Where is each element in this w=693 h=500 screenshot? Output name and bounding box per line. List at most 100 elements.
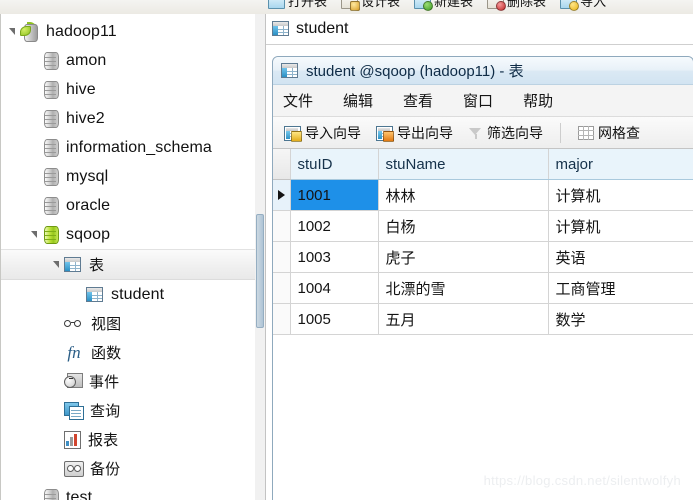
grid-body: 1001 林林 计算机 1002 白杨 计算机 1003 虎子 英语 1004 北漂的雪 工商管理 10… bbox=[273, 179, 693, 335]
toolbar-button-label: 筛选向导 bbox=[487, 125, 543, 141]
main-toolbar-items: 打开表 设计表 新建表 删除表 导入 bbox=[268, 0, 607, 11]
row-indicator[interactable] bbox=[273, 272, 291, 304]
toolbar-button-import[interactable]: 导入 bbox=[560, 0, 607, 11]
cell-major[interactable]: 计算机 bbox=[548, 179, 693, 211]
cell-major[interactable]: 计算机 bbox=[548, 210, 693, 242]
toolbar-button-grid-view[interactable]: 网格查 bbox=[575, 121, 643, 145]
table-icon bbox=[281, 62, 299, 79]
cell-major[interactable]: 工商管理 bbox=[548, 272, 693, 304]
tree-item-查询[interactable]: 查询 bbox=[1, 396, 255, 425]
table-row[interactable]: 1003 虎子 英语 bbox=[273, 241, 693, 273]
data-grid-container[interactable]: stuID stuName major 1001 林林 计算机 1002 白杨 计算机 10… bbox=[273, 148, 693, 500]
table-row[interactable]: 1001 林林 计算机 bbox=[273, 179, 693, 211]
column-header-stuName[interactable]: stuName bbox=[378, 149, 549, 180]
table-row[interactable]: 1004 北漂的雪 工商管理 bbox=[273, 272, 693, 304]
cell-stuName[interactable]: 虎子 bbox=[378, 241, 549, 273]
toolbar-button-new-table[interactable]: 新建表 bbox=[414, 0, 473, 11]
tree-item-test[interactable]: test bbox=[1, 483, 255, 500]
toolbar-button-filter-wizard[interactable]: 筛选向导 bbox=[465, 121, 546, 145]
cell-stuName[interactable]: 北漂的雪 bbox=[378, 272, 549, 304]
chevron-expanded-icon[interactable] bbox=[7, 25, 20, 38]
toolbar-button-label: 导入 bbox=[580, 0, 607, 9]
tree-item-备份[interactable]: 备份 bbox=[1, 454, 255, 483]
tree-item-报表[interactable]: 报表 bbox=[1, 425, 255, 454]
tree-item-表[interactable]: 表 bbox=[1, 249, 255, 280]
toolbar-button-open-table[interactable]: 打开表 bbox=[268, 0, 327, 10]
chevron-expanded-icon[interactable] bbox=[29, 228, 42, 241]
tree-item-label: 报表 bbox=[88, 432, 119, 449]
cell-stuID[interactable]: 1004 bbox=[290, 272, 379, 304]
cell-stuID[interactable]: 1003 bbox=[290, 241, 379, 273]
tree-item-student[interactable]: student bbox=[1, 280, 255, 309]
main-toolbar: 打开表 设计表 新建表 删除表 导入 bbox=[0, 0, 693, 15]
object-tree-panel: hadoop11 amon hive hive2 information_schema m… bbox=[0, 14, 256, 500]
design-table-icon bbox=[341, 0, 361, 11]
tree-item-label: test bbox=[66, 488, 93, 500]
tree-item-label: amon bbox=[66, 51, 107, 69]
table-row[interactable]: 1005 五月 数学 bbox=[273, 303, 693, 335]
filter-wizard-icon bbox=[468, 126, 483, 141]
row-indicator[interactable] bbox=[273, 210, 291, 242]
toolbar-button-design-table[interactable]: 设计表 bbox=[341, 0, 400, 11]
import-wizard-icon bbox=[284, 125, 302, 142]
report-icon bbox=[64, 431, 81, 449]
table-icon bbox=[86, 286, 104, 303]
tree-item-label: 表 bbox=[89, 257, 105, 274]
toolbar-button-import-wizard[interactable]: 导入向导 bbox=[281, 121, 364, 145]
tree-item-amon[interactable]: amon bbox=[1, 46, 255, 75]
tree-item-视图[interactable]: 视图 bbox=[1, 309, 255, 338]
tree-item-hive[interactable]: hive bbox=[1, 75, 255, 104]
column-header-major[interactable]: major bbox=[548, 149, 693, 180]
tree-item-sqoop[interactable]: sqoop bbox=[1, 220, 255, 249]
table-row[interactable]: 1002 白杨 计算机 bbox=[273, 210, 693, 242]
open-table-icon bbox=[268, 0, 285, 9]
row-indicator[interactable] bbox=[273, 241, 291, 273]
object-tree[interactable]: hadoop11 amon hive hive2 information_schema m… bbox=[1, 14, 255, 500]
menu-item-窗口[interactable]: 窗口 bbox=[463, 90, 493, 111]
cell-stuID[interactable]: 1005 bbox=[290, 303, 379, 335]
delete-table-icon bbox=[487, 0, 507, 11]
scrollbar-thumb[interactable] bbox=[256, 214, 264, 328]
toolbar-button-delete-table[interactable]: 删除表 bbox=[487, 0, 546, 11]
table-child-window: student @sqoop (hadoop11) - 表 文件 编辑 查看 窗口 帮助… bbox=[272, 56, 693, 500]
child-window-title-bar[interactable]: student @sqoop (hadoop11) - 表 bbox=[273, 57, 693, 85]
workspace-vertical-scrollbar[interactable] bbox=[255, 14, 266, 500]
tree-item-oracle[interactable]: oracle bbox=[1, 191, 255, 220]
export-wizard-icon bbox=[376, 125, 394, 142]
tree-item-hive2[interactable]: hive2 bbox=[1, 104, 255, 133]
cell-stuName[interactable]: 五月 bbox=[378, 303, 549, 335]
cell-stuID[interactable]: 1001 bbox=[290, 179, 379, 211]
cell-stuName[interactable]: 白杨 bbox=[378, 210, 549, 242]
workspace: student student @sqoop (hadoop11) - 表 文件… bbox=[266, 14, 693, 500]
tree-item-函数[interactable]: fn 函数 bbox=[1, 338, 255, 367]
tree-item-label: 备份 bbox=[90, 461, 121, 478]
row-gutter-header bbox=[273, 149, 291, 180]
menu-item-编辑[interactable]: 编辑 bbox=[343, 90, 373, 111]
menu-item-文件[interactable]: 文件 bbox=[283, 90, 313, 111]
toolbar-button-label: 导入向导 bbox=[305, 125, 361, 141]
cell-major[interactable]: 英语 bbox=[548, 241, 693, 273]
toolbar-button-export-wizard[interactable]: 导出向导 bbox=[373, 121, 456, 145]
menu-item-帮助[interactable]: 帮助 bbox=[523, 90, 553, 111]
cell-stuID[interactable]: 1002 bbox=[290, 210, 379, 242]
cell-stuName[interactable]: 林林 bbox=[378, 179, 549, 211]
row-indicator[interactable] bbox=[273, 303, 291, 335]
tree-item-hadoop11[interactable]: hadoop11 bbox=[1, 17, 255, 46]
badge-yellow bbox=[569, 0, 580, 11]
tree-item-事件[interactable]: 事件 bbox=[1, 367, 255, 396]
database-icon bbox=[42, 109, 59, 128]
row-indicator-current[interactable] bbox=[273, 179, 291, 211]
database-icon bbox=[42, 196, 59, 215]
tree-item-information_schema[interactable]: information_schema bbox=[1, 133, 255, 162]
cell-major[interactable]: 数学 bbox=[548, 303, 693, 335]
tree-item-mysql[interactable]: mysql bbox=[1, 162, 255, 191]
column-header-stuID[interactable]: stuID bbox=[290, 149, 379, 180]
menu-item-查看[interactable]: 查看 bbox=[403, 90, 433, 111]
chevron-expanded-icon[interactable] bbox=[51, 258, 64, 271]
database-icon bbox=[42, 80, 59, 99]
tab-student[interactable]: student bbox=[266, 14, 358, 44]
